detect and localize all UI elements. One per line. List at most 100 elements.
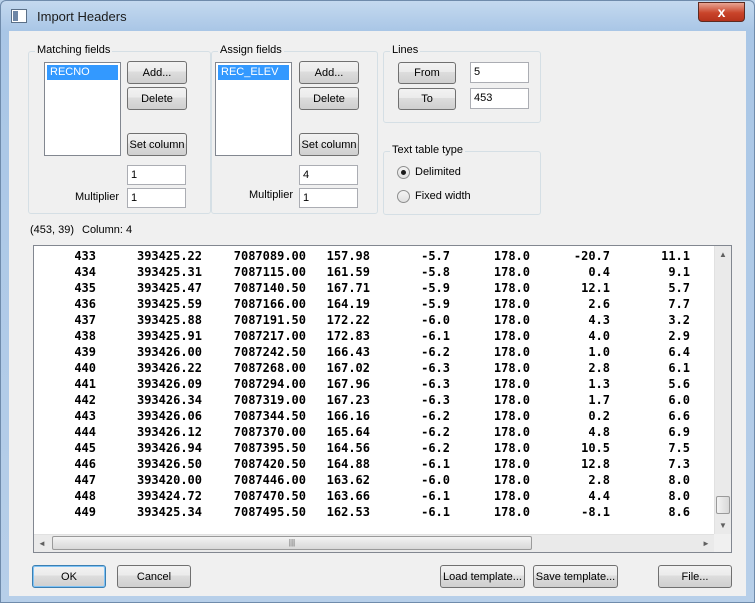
lines-to-input[interactable]: 453 — [470, 88, 529, 109]
window-icon — [11, 9, 27, 23]
table-row: 434 393425.31 7087115.00 161.59 -5.8 178.0 0.4… — [34, 264, 714, 280]
import-headers-window: Import Headers x Matching fields RECNO A… — [0, 0, 755, 603]
lines-from-input[interactable]: 5 — [470, 62, 529, 83]
lines-from-button[interactable]: From — [398, 62, 456, 84]
table-row: 437 393425.88 7087191.50 172.22 -6.0 178.0 4.3… — [34, 312, 714, 328]
table-cell: 8.0 — [668, 489, 690, 503]
load-template-button[interactable]: Load template... — [440, 565, 525, 588]
fixed-width-label[interactable]: Fixed width — [415, 190, 471, 202]
assign-multiplier-label: Multiplier — [249, 189, 294, 201]
lines-legend: Lines — [390, 44, 421, 56]
horizontal-scroll-thumb[interactable]: ||| — [52, 536, 532, 550]
table-cell: 8.6 — [668, 505, 690, 519]
table-row: 440 393426.22 7087268.00 167.02 -6.3 178.0 2.8… — [34, 360, 714, 376]
table-cell: 393425.22 — [136, 249, 202, 263]
table-row: 436 393425.59 7087166.00 164.19 -5.9 178.0 2.6… — [34, 296, 714, 312]
dialog-client: Matching fields RECNO Add... Delete Set … — [9, 31, 746, 596]
table-cell: 11.1 — [661, 249, 690, 263]
assign-set-column-button[interactable]: Set column — [299, 133, 359, 156]
assign-column-input[interactable]: 4 — [299, 165, 358, 185]
table-cell: 393426.50 — [136, 457, 202, 471]
table-cell: 393425.47 — [136, 281, 202, 295]
table-cell: 393425.91 — [136, 329, 202, 343]
table-cell: 6.0 — [668, 393, 690, 407]
table-row: 448 393424.72 7087470.50 163.66 -6.1 178.0 4.4… — [34, 488, 714, 504]
window-title: Import Headers — [37, 9, 127, 24]
table-cell: 393426.94 — [136, 441, 202, 455]
data-rows: 433 393425.22 7087089.00 157.98 -5.7 178.0 -20… — [34, 248, 714, 520]
table-cell: 393420.00 — [136, 473, 202, 487]
matching-add-button[interactable]: Add... — [127, 61, 187, 84]
scroll-down-icon[interactable]: ▼ — [715, 517, 731, 534]
text-table-type-group: Text table type — [383, 144, 541, 215]
table-row: 438 393425.91 7087217.00 172.83 -6.1 178.0 4.0… — [34, 328, 714, 344]
table-cell: 393425.34 — [136, 505, 202, 519]
matching-column-input[interactable]: 1 — [127, 165, 186, 185]
table-cell: 393425.88 — [136, 313, 202, 327]
table-row: 447 393420.00 7087446.00 163.62 -6.0 178.0 2.8… — [34, 472, 714, 488]
table-cell: 393426.09 — [136, 377, 202, 391]
table-cell: 393424.72 — [136, 489, 202, 503]
table-cell: 393426.06 — [136, 409, 202, 423]
table-cell: 393426.12 — [136, 425, 202, 439]
scroll-up-icon[interactable]: ▲ — [715, 246, 731, 263]
table-row: 445 393426.94 7087395.50 164.56 -6.2 178.0 10.… — [34, 440, 714, 456]
matching-multiplier-input[interactable]: 1 — [127, 188, 186, 208]
table-cell: 393426.34 — [136, 393, 202, 407]
table-cell: 393426.00 — [136, 345, 202, 359]
table-cell: 6.1 — [668, 361, 690, 375]
fixed-width-radio[interactable] — [397, 190, 410, 203]
table-row: 439 393426.00 7087242.50 166.43 -6.2 178.0 1.0… — [34, 344, 714, 360]
scroll-left-icon[interactable]: ◄ — [34, 535, 50, 552]
table-cell: 9.1 — [668, 265, 690, 279]
close-button[interactable]: x — [698, 2, 745, 22]
table-cell: 6.6 — [668, 409, 690, 423]
delimited-label[interactable]: Delimited — [415, 166, 461, 178]
matching-multiplier-label: Multiplier — [75, 191, 120, 203]
assign-fields-selected-item[interactable]: REC_ELEV — [218, 65, 289, 80]
table-cell: 6.4 — [668, 345, 690, 359]
table-cell: 393426.22 — [136, 361, 202, 375]
vertical-scrollbar[interactable]: ▲ ▼ — [714, 246, 731, 534]
matching-fields-list[interactable]: RECNO — [44, 62, 121, 156]
lines-to-button[interactable]: To — [398, 88, 456, 110]
cursor-position-status: (453, 39) — [30, 224, 75, 236]
table-row: 444 393426.12 7087370.00 165.64 -6.2 178.0 4.8… — [34, 424, 714, 440]
table-row: 433 393425.22 7087089.00 157.98 -5.7 178.0 -20… — [34, 248, 714, 264]
assign-fields-list[interactable]: REC_ELEV — [215, 62, 292, 156]
horizontal-scrollbar[interactable]: ◄ ||| ► — [34, 534, 715, 552]
ok-button[interactable]: OK — [32, 565, 106, 588]
cancel-button[interactable]: Cancel — [117, 565, 191, 588]
table-cell: 393425.59 — [136, 297, 202, 311]
assign-delete-button[interactable]: Delete — [299, 87, 359, 110]
table-cell: 8.0 — [668, 473, 690, 487]
table-row: 449 393425.34 7087495.50 162.53 -6.1 178.0 -8.… — [34, 504, 714, 520]
table-cell: 5.7 — [668, 281, 690, 295]
scrollbar-corner — [714, 534, 731, 552]
assign-add-button[interactable]: Add... — [299, 61, 359, 84]
table-cell: 393425.31 — [136, 265, 202, 279]
save-template-button[interactable]: Save template... — [533, 565, 618, 588]
matching-delete-button[interactable]: Delete — [127, 87, 187, 110]
file-button[interactable]: File... — [658, 565, 732, 588]
table-cell: 7.3 — [668, 457, 690, 471]
text-table-type-legend: Text table type — [390, 144, 465, 156]
vertical-scroll-thumb[interactable] — [716, 496, 730, 514]
title-bar[interactable]: Import Headers x — [1, 1, 754, 31]
assign-multiplier-input[interactable]: 1 — [299, 188, 358, 208]
scroll-right-icon[interactable]: ► — [698, 535, 714, 552]
table-row: 435 393425.47 7087140.50 167.71 -5.9 178.0 12.… — [34, 280, 714, 296]
matching-fields-selected-item[interactable]: RECNO — [47, 65, 118, 80]
table-cell: 6.9 — [668, 425, 690, 439]
delimited-radio[interactable] — [397, 166, 410, 179]
assign-fields-legend: Assign fields — [218, 44, 284, 56]
data-preview-pane[interactable]: 433 393425.22 7087089.00 157.98 -5.7 178.0 -20… — [33, 245, 732, 553]
table-row: 443 393426.06 7087344.50 166.16 -6.2 178.0 0.2… — [34, 408, 714, 424]
matching-set-column-button[interactable]: Set column — [127, 133, 187, 156]
table-cell: 7.7 — [668, 297, 690, 311]
table-row: 446 393426.50 7087420.50 164.88 -6.1 178.0 12.… — [34, 456, 714, 472]
column-status: Column: 4 — [82, 224, 133, 236]
matching-fields-legend: Matching fields — [35, 44, 113, 56]
table-row: 441 393426.09 7087294.00 167.96 -6.3 178.0 1.3… — [34, 376, 714, 392]
table-cell: 3.2 — [668, 313, 690, 327]
